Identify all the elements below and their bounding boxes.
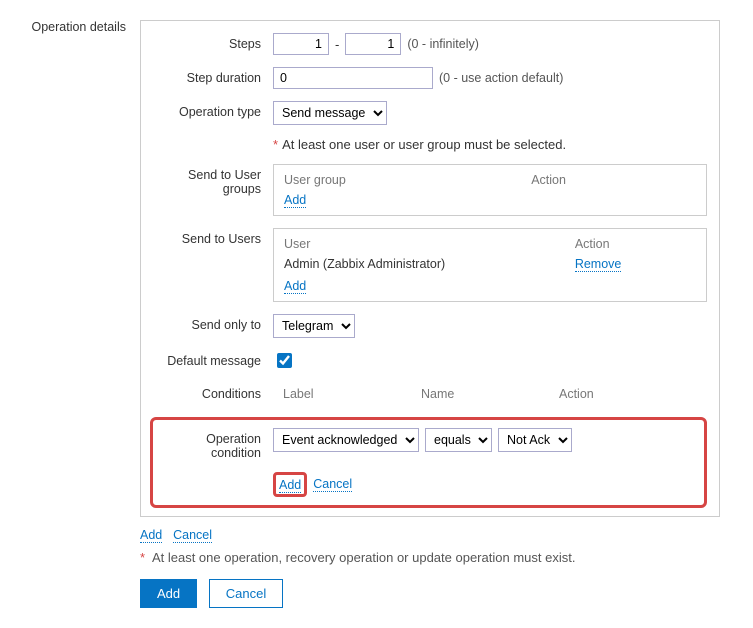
users-user-header: User xyxy=(284,237,575,251)
user-remove-link[interactable]: Remove xyxy=(575,257,622,272)
step-duration-hint: (0 - use action default) xyxy=(439,71,563,85)
user-name: Admin (Zabbix Administrator) xyxy=(284,257,575,271)
operation-type-select[interactable]: Send message xyxy=(273,101,387,125)
user-group-action-header: Action xyxy=(531,173,696,187)
operation-condition-label: Operation condition xyxy=(153,428,273,460)
footer-note-text: At least one operation, recovery operati… xyxy=(152,550,575,565)
users-add-link[interactable]: Add xyxy=(284,279,306,294)
user-groups-add-link[interactable]: Add xyxy=(284,193,306,208)
operation-condition-highlight: Operation condition Event acknowledged e… xyxy=(150,417,707,508)
steps-to-input[interactable] xyxy=(345,33,401,55)
steps-from-input[interactable] xyxy=(273,33,329,55)
required-asterisk: * xyxy=(273,137,278,152)
users-box: User Action Admin (Zabbix Administrator)… xyxy=(273,228,707,302)
conditions-name-header: Name xyxy=(421,387,559,401)
send-to-user-groups-label: Send to User groups xyxy=(153,164,273,196)
table-row: Admin (Zabbix Administrator) Remove xyxy=(284,257,696,271)
operation-condition-cancel-link[interactable]: Cancel xyxy=(313,477,352,492)
operation-type-label: Operation type xyxy=(153,101,273,119)
send-only-to-select[interactable]: Telegram xyxy=(273,314,355,338)
user-group-header: User group xyxy=(284,173,531,187)
conditions-label: Conditions xyxy=(153,383,273,401)
section-label: Operation details xyxy=(20,20,140,34)
condition-field-select[interactable]: Event acknowledged xyxy=(273,428,419,452)
operation-condition-add-highlight: Add xyxy=(273,472,307,497)
steps-hint: (0 - infinitely) xyxy=(407,37,479,51)
operation-details-box: Steps - (0 - infinitely) Step duration (… xyxy=(140,20,720,517)
cancel-button[interactable]: Cancel xyxy=(209,579,283,608)
add-button[interactable]: Add xyxy=(140,579,197,608)
steps-label: Steps xyxy=(153,33,273,51)
validation-message: At least one user or user group must be … xyxy=(282,137,566,152)
condition-op-select[interactable]: equals xyxy=(425,428,492,452)
send-only-to-label: Send only to xyxy=(153,314,273,332)
operation-condition-add-link[interactable]: Add xyxy=(279,478,301,493)
outer-cancel-link[interactable]: Cancel xyxy=(173,528,212,543)
steps-dash: - xyxy=(335,37,339,52)
conditions-box: Label Name Action xyxy=(273,383,707,405)
default-message-label: Default message xyxy=(153,350,273,368)
step-duration-input[interactable] xyxy=(273,67,433,89)
condition-value-select[interactable]: Not Ack xyxy=(498,428,572,452)
conditions-label-header: Label xyxy=(283,387,421,401)
user-groups-box: User group Action Add xyxy=(273,164,707,216)
step-duration-label: Step duration xyxy=(153,67,273,85)
users-action-header: Action xyxy=(575,237,696,251)
outer-add-link[interactable]: Add xyxy=(140,528,162,543)
conditions-action-header: Action xyxy=(559,387,697,401)
footer-asterisk: * xyxy=(140,550,145,565)
default-message-checkbox[interactable] xyxy=(277,353,292,368)
send-to-users-label: Send to Users xyxy=(153,228,273,246)
